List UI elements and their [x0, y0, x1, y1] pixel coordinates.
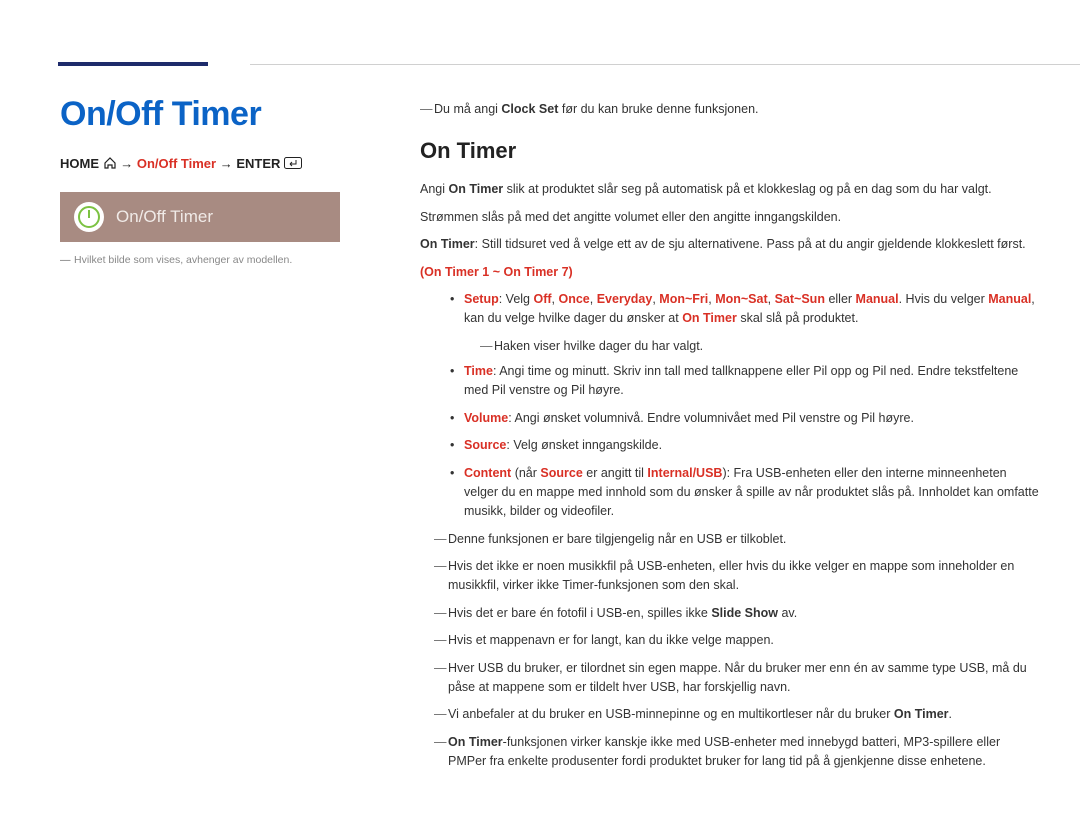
breadcrumb-enter: ENTER	[236, 156, 280, 171]
breadcrumb-home: HOME	[60, 156, 99, 171]
breadcrumb-current: On/Off Timer	[137, 156, 216, 171]
model-footnote: ― Hvilket bilde som vises, avhenger av m…	[60, 254, 380, 266]
note-2: ―Hvis det ikke er noen musikkfil på USB-…	[434, 557, 1040, 596]
note-7: ―On Timer-funksjonen virker kanskje ikke…	[434, 733, 1040, 772]
bullet-source: • Source: Velg ønsket inngangskilde.	[450, 436, 1040, 455]
page-content: On/Off Timer HOME → On/Off Timer → ENTER…	[0, 0, 1080, 819]
timer-icon	[74, 202, 104, 232]
bullet-setup: • Setup: Velg Off, Once, Everyday, Mon~F…	[450, 290, 1040, 329]
bullet-content: • Content (når Source er angitt til Inte…	[450, 464, 1040, 522]
horizontal-rule	[250, 64, 1080, 65]
enter-icon	[284, 157, 302, 172]
feature-tile: On/Off Timer	[60, 192, 340, 242]
timer-range: (On Timer 1 ~ On Timer 7)	[420, 263, 1040, 282]
section-heading-on-timer: On Timer	[420, 134, 1040, 168]
setup-subnote: ―Haken viser hvilke dager du har valgt.	[480, 337, 1040, 356]
note-3: ―Hvis det er bare én fotofil i USB-en, s…	[434, 604, 1040, 623]
notes-block: ―Denne funksjonen er bare tilgjengelig n…	[434, 530, 1040, 772]
breadcrumb: HOME → On/Off Timer → ENTER	[60, 156, 380, 172]
paragraph-1: Angi On Timer slik at produktet slår seg…	[420, 180, 1040, 199]
left-column: On/Off Timer HOME → On/Off Timer → ENTER…	[60, 60, 420, 779]
section-marker	[58, 62, 208, 66]
right-column: ― Du må angi Clock Set før du kan bruke …	[420, 60, 1040, 779]
home-icon	[103, 157, 117, 172]
bullet-time: • Time: Angi time og minutt. Skriv inn t…	[450, 362, 1040, 401]
options-list: • Setup: Velg Off, Once, Everyday, Mon~F…	[450, 290, 1040, 522]
breadcrumb-arrow-1: →	[120, 156, 133, 171]
page-title: On/Off Timer	[60, 95, 380, 134]
paragraph-2: Strømmen slås på med det angitte volumet…	[420, 208, 1040, 227]
note-1: ―Denne funksjonen er bare tilgjengelig n…	[434, 530, 1040, 549]
note-6: ―Vi anbefaler at du bruker en USB-minnep…	[434, 705, 1040, 724]
note-4: ―Hvis et mappenavn er for langt, kan du …	[434, 631, 1040, 650]
tile-label: On/Off Timer	[116, 207, 213, 227]
prereq-note: ― Du må angi Clock Set før du kan bruke …	[420, 100, 1040, 119]
paragraph-3: On Timer: Still tidsuret ved å velge ett…	[420, 235, 1040, 254]
bullet-volume: • Volume: Angi ønsket volumnivå. Endre v…	[450, 409, 1040, 428]
note-5: ―Hver USB du bruker, er tilordnet sin eg…	[434, 659, 1040, 698]
breadcrumb-arrow-2: →	[220, 156, 233, 171]
